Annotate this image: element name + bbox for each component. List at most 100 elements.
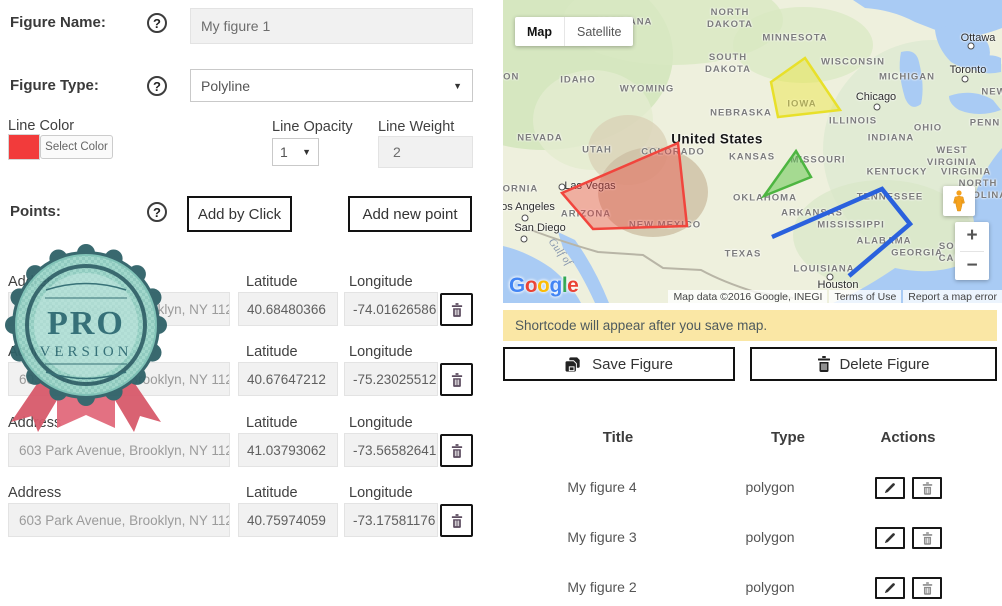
help-icon[interactable]: ? xyxy=(147,202,167,222)
figure-type-value: Polyline xyxy=(201,78,250,94)
add-new-point-button[interactable]: Add new point xyxy=(348,196,472,232)
figure-type: polygon xyxy=(745,529,794,545)
longitude-input[interactable]: -75.23025512 xyxy=(344,362,438,396)
red-polygon[interactable] xyxy=(562,143,687,229)
figure-name-label: Figure Name: xyxy=(10,14,106,31)
line-weight-value: 2 xyxy=(393,144,401,160)
map-type-satellite-button[interactable]: Satellite xyxy=(565,17,633,46)
edit-figure-button[interactable] xyxy=(875,577,905,599)
yellow-polygon[interactable] xyxy=(771,58,840,117)
latitude-input[interactable]: 40.68480366 xyxy=(238,292,338,326)
latitude-input[interactable]: 41.03793062 xyxy=(238,433,338,467)
latitude-label: Latitude xyxy=(246,274,298,290)
question-mark: ? xyxy=(153,79,161,94)
delete-figure-row-button[interactable] xyxy=(912,477,942,499)
longitude-value: -74.01626586 xyxy=(353,302,436,317)
line-color-label: Line Color xyxy=(8,118,74,134)
pencil-icon xyxy=(884,582,896,594)
plugin-figure-editor: Figure Name: ? My figure 1 Figure Type: … xyxy=(0,0,1002,606)
delete-figure-label: Delete Figure xyxy=(839,356,929,373)
chevron-down-icon: ▼ xyxy=(302,147,311,157)
latitude-label: Latitude xyxy=(246,485,298,501)
address-input[interactable]: 603 Park Avenue, Brooklyn, NY 112 xyxy=(8,362,230,396)
latitude-label: Latitude xyxy=(246,344,298,360)
latitude-value: 41.03793062 xyxy=(247,443,326,458)
point-row: Address Latitude Longitude 603 Park Aven… xyxy=(8,274,474,342)
address-label: Address xyxy=(8,485,61,501)
terms-of-use-link[interactable]: Terms of Use xyxy=(829,290,901,303)
select-color-button[interactable]: Select Color xyxy=(40,135,113,159)
edit-figure-button[interactable] xyxy=(875,527,905,549)
trash-icon xyxy=(922,482,933,495)
longitude-label: Longitude xyxy=(349,415,413,431)
table-header-title: Title xyxy=(603,429,634,446)
delete-point-button[interactable] xyxy=(440,504,473,537)
save-figure-button[interactable]: Save Figure xyxy=(503,347,735,381)
figures-table: Title Type Actions My figure 4 polygon M… xyxy=(503,420,1002,606)
notice-text: Shortcode will appear after you save map… xyxy=(515,318,767,333)
help-icon[interactable]: ? xyxy=(147,76,167,96)
google-map[interactable]: MONTANANORTH DAKOTAMINNESOTASOUTH DAKOTA… xyxy=(503,0,1002,303)
figure-title: My figure 2 xyxy=(567,579,636,595)
zoom-in-button[interactable]: + xyxy=(955,222,989,251)
trash-icon xyxy=(922,582,933,595)
figure-type-select[interactable]: Polyline ▼ xyxy=(190,69,473,102)
address-value: 603 Park Avenue, Brooklyn, NY 112 xyxy=(19,443,230,458)
pegman-icon xyxy=(952,190,966,212)
green-polygon[interactable] xyxy=(764,151,811,196)
latitude-value: 40.67647212 xyxy=(247,372,326,387)
table-header-actions: Actions xyxy=(880,429,935,446)
latitude-input[interactable]: 40.67647212 xyxy=(238,362,338,396)
pegman-control[interactable] xyxy=(943,186,975,216)
longitude-input[interactable]: -74.01626586 xyxy=(344,292,438,326)
google-logo-letter: o xyxy=(525,274,537,297)
trash-icon xyxy=(451,373,463,387)
delete-figure-button[interactable]: Delete Figure xyxy=(750,347,997,381)
map-type-control: Map Satellite xyxy=(515,17,633,46)
delete-figure-row-button[interactable] xyxy=(912,577,942,599)
latitude-input[interactable]: 40.75974059 xyxy=(238,503,338,537)
google-logo[interactable]: Google xyxy=(509,274,578,298)
figure-title: My figure 4 xyxy=(567,479,636,495)
longitude-value: -73.56582641 xyxy=(353,443,436,458)
help-icon[interactable]: ? xyxy=(147,13,167,33)
zoom-control: + − xyxy=(955,222,989,280)
longitude-input[interactable]: -73.17581176 xyxy=(344,503,438,537)
figure-type: polygon xyxy=(745,479,794,495)
figure-type: polygon xyxy=(745,579,794,595)
longitude-value: -73.17581176 xyxy=(353,513,435,528)
report-map-error-link[interactable]: Report a map error xyxy=(903,290,1002,303)
address-input[interactable]: 603 Park Avenue, Brooklyn, NY 112 xyxy=(8,292,230,326)
delete-point-button[interactable] xyxy=(440,293,473,326)
zoom-out-button[interactable]: − xyxy=(955,252,989,281)
delete-point-button[interactable] xyxy=(440,363,473,396)
map-data-attribution: Map data ©2016 Google, INEGI xyxy=(668,290,827,303)
map-type-map-button[interactable]: Map xyxy=(515,17,564,46)
latitude-value: 40.75974059 xyxy=(247,513,326,528)
address-value: 603 Park Avenue, Brooklyn, NY 112 xyxy=(19,302,230,317)
address-value: 603 Park Avenue, Brooklyn, NY 112 xyxy=(19,372,230,387)
google-logo-letter: G xyxy=(509,274,525,297)
line-opacity-label: Line Opacity xyxy=(272,119,353,135)
map-attribution: Map data ©2016 Google, INEGI Terms of Us… xyxy=(668,290,1002,303)
address-label: Address xyxy=(8,415,61,431)
shortcode-notice: Shortcode will appear after you save map… xyxy=(503,310,997,341)
delete-point-button[interactable] xyxy=(440,434,473,467)
figure-name-input[interactable]: My figure 1 xyxy=(190,8,473,44)
longitude-label: Longitude xyxy=(349,344,413,360)
color-swatch[interactable] xyxy=(8,134,40,160)
line-weight-input[interactable]: 2 xyxy=(378,136,473,168)
point-row: Address Latitude Longitude 603 Park Aven… xyxy=(8,344,474,412)
add-by-click-button[interactable]: Add by Click xyxy=(187,196,292,232)
address-input[interactable]: 603 Park Avenue, Brooklyn, NY 112 xyxy=(8,433,230,467)
blue-polyline[interactable] xyxy=(772,189,910,276)
delete-figure-row-button[interactable] xyxy=(912,527,942,549)
longitude-input[interactable]: -73.56582641 xyxy=(344,433,438,467)
line-opacity-value: 1 xyxy=(280,144,288,160)
edit-figure-button[interactable] xyxy=(875,477,905,499)
pencil-icon xyxy=(884,532,896,544)
line-opacity-select[interactable]: 1 ▼ xyxy=(272,138,319,166)
trash-icon xyxy=(451,514,463,528)
address-input[interactable]: 603 Park Avenue, Brooklyn, NY 112 xyxy=(8,503,230,537)
trash-icon xyxy=(817,356,831,372)
